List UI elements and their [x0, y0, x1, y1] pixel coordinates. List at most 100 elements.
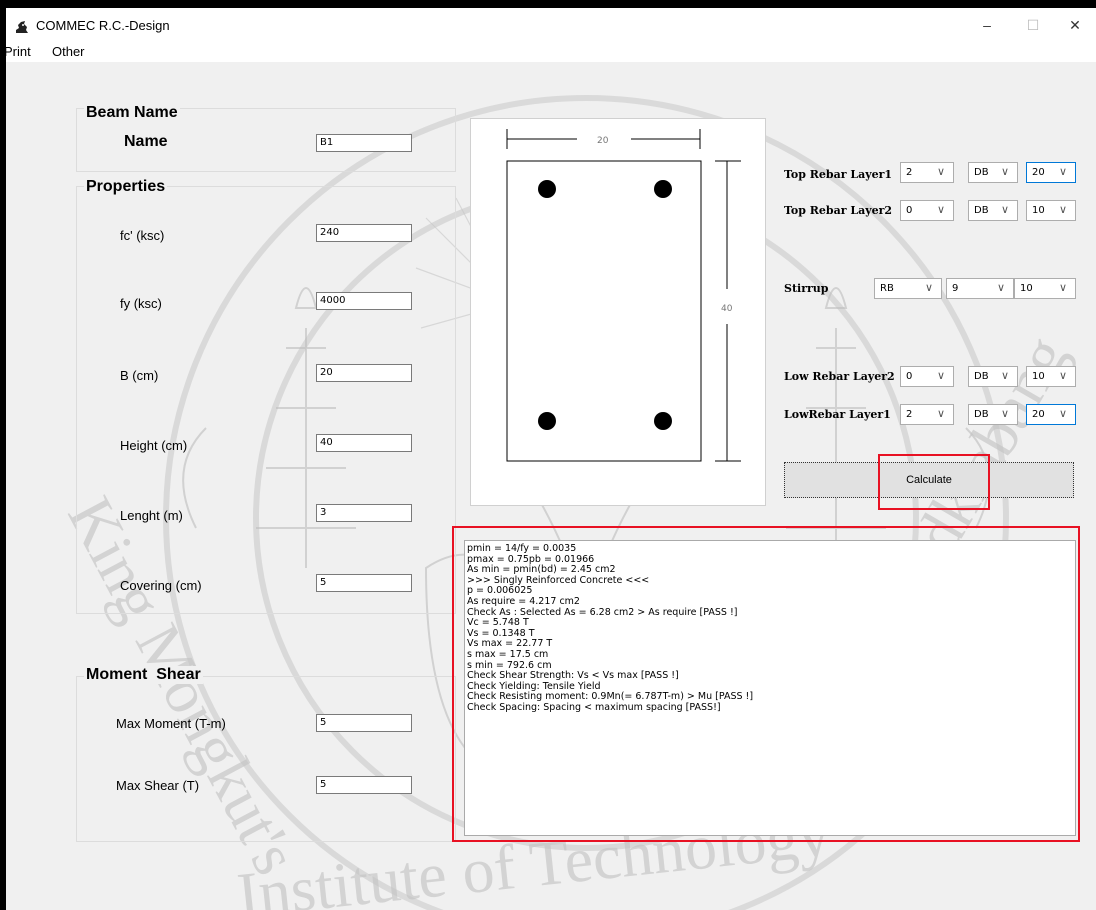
stirrup-label: Stirrup — [784, 282, 829, 295]
low1-type-value: DB — [974, 409, 989, 420]
output-line: s max = 17.5 cm — [467, 648, 549, 660]
chevron-down-icon: ∨ — [1001, 203, 1010, 216]
height-label: Height (cm) — [120, 438, 188, 453]
fy-input[interactable]: 4000 — [316, 292, 412, 310]
output-line: Vs = 0.1348 T — [467, 627, 535, 639]
stirrup-dia-value: 9 — [952, 283, 959, 294]
output-line: Check Spacing: Spacing < maximum spacing… — [467, 701, 721, 713]
height-dim-label: 40 — [721, 304, 733, 314]
width-dim-label: 20 — [597, 136, 609, 146]
calculate-button[interactable]: Calculate — [784, 462, 1074, 498]
top1-size-select[interactable]: 20 ∨ — [1026, 162, 1076, 183]
output-line: As require = 4.217 cm2 — [467, 595, 580, 607]
stirrup-spacing-select[interactable]: 10 ∨ — [1014, 278, 1076, 299]
covering-input[interactable]: 5 — [316, 574, 412, 592]
top2-count-select[interactable]: 0 ∨ — [900, 200, 954, 221]
minimize-button[interactable]: – — [964, 10, 1010, 40]
fy-label: fy (ksc) — [120, 296, 162, 311]
chevron-down-icon: ∨ — [1059, 369, 1068, 382]
low1-count-select[interactable]: 2 ∨ — [900, 404, 954, 425]
low2-size-value: 10 — [1032, 371, 1045, 382]
low2-count-value: 0 — [906, 371, 913, 382]
chevron-down-icon: ∨ — [1059, 203, 1068, 216]
chevron-down-icon: ∨ — [925, 281, 934, 294]
low-rebar-1 — [538, 412, 556, 430]
covering-label: Covering (cm) — [120, 578, 202, 593]
output-line: >>> Singly Reinforced Concrete <<< — [467, 574, 650, 586]
moment-shear-group-title: Moment Shear — [84, 666, 203, 684]
section-svg: 20 40 — [506, 129, 741, 462]
top-rebar-layer2-label: Top Rebar Layer2 — [784, 204, 893, 217]
low2-count-select[interactable]: 0 ∨ — [900, 366, 954, 387]
length-input[interactable]: 3 — [316, 504, 412, 522]
chevron-down-icon: ∨ — [937, 165, 946, 178]
results-output-textbox[interactable]: pmin = 14/fy = 0.0035 pmax = 0.75pb = 0.0… — [464, 540, 1076, 836]
top1-count-value: 2 — [906, 167, 913, 178]
chevron-down-icon: ∨ — [937, 407, 946, 420]
beam-name-group-title: Beam Name — [84, 104, 180, 122]
max-moment-label: Max Moment (T-m) — [116, 716, 226, 731]
top2-size-select[interactable]: 10 ∨ — [1026, 200, 1076, 221]
low2-size-select[interactable]: 10 ∨ — [1026, 366, 1076, 387]
length-label: Lenght (m) — [120, 508, 183, 523]
maximize-button[interactable]: ☐ — [1010, 10, 1056, 40]
top-rebar-layer1-label: Top Rebar Layer1 — [784, 168, 893, 181]
output-line: Check As : Selected As = 6.28 cm2 > As r… — [467, 606, 738, 618]
chevron-down-icon: ∨ — [1001, 407, 1010, 420]
moment-shear-group — [76, 676, 456, 842]
chevron-down-icon: ∨ — [1059, 165, 1068, 178]
fc-input[interactable]: 240 — [316, 224, 412, 242]
top2-type-select[interactable]: DB ∨ — [968, 200, 1018, 221]
top2-type-value: DB — [974, 205, 989, 216]
chevron-down-icon: ∨ — [1059, 407, 1068, 420]
output-line: Vs max = 22.77 T — [467, 638, 553, 650]
fc-label: fc' (ksc) — [120, 228, 165, 243]
max-shear-input[interactable]: 5 — [316, 776, 412, 794]
stirrup-type-value: RB — [880, 283, 894, 294]
top-rebar-2 — [654, 180, 672, 198]
chevron-down-icon: ∨ — [997, 281, 1006, 294]
low1-count-value: 2 — [906, 409, 913, 420]
chevron-down-icon: ∨ — [937, 203, 946, 216]
top1-count-select[interactable]: 2 ∨ — [900, 162, 954, 183]
low1-size-value: 20 — [1032, 409, 1045, 420]
menu-print[interactable]: Print — [6, 44, 31, 59]
beam-name-input[interactable]: B1 — [316, 134, 412, 152]
low2-type-value: DB — [974, 371, 989, 382]
app-window: COMMEC R.C.-Design – ☐ ✕ Print Other Kin… — [6, 8, 1096, 910]
chevron-down-icon: ∨ — [1059, 281, 1068, 294]
low-rebar-layer2-label: Low Rebar Layer2 — [784, 370, 895, 383]
low1-type-select[interactable]: DB ∨ — [968, 404, 1018, 425]
menu-bar: Print Other — [6, 42, 1096, 62]
height-input[interactable]: 40 — [316, 434, 412, 452]
chevron-down-icon: ∨ — [1001, 165, 1010, 178]
app-logo-icon — [16, 21, 28, 33]
low-rebar-layer1-label: LowRebar Layer1 — [784, 408, 891, 421]
top1-type-value: DB — [974, 167, 989, 178]
top2-size-value: 10 — [1032, 205, 1045, 216]
chevron-down-icon: ∨ — [937, 369, 946, 382]
max-moment-input[interactable]: 5 — [316, 714, 412, 732]
stirrup-dia-select[interactable]: 9 ∨ — [946, 278, 1014, 299]
properties-group — [76, 186, 456, 614]
beam-section-drawing: 20 40 — [470, 118, 766, 506]
low2-type-select[interactable]: DB ∨ — [968, 366, 1018, 387]
output-line: Vc = 5.748 T — [467, 617, 529, 629]
properties-group-title: Properties — [84, 178, 168, 196]
title-bar: COMMEC R.C.-Design – ☐ ✕ — [6, 8, 1096, 42]
close-button[interactable]: ✕ — [1052, 10, 1096, 40]
chevron-down-icon: ∨ — [1001, 369, 1010, 382]
top2-count-value: 0 — [906, 205, 913, 216]
window-title: COMMEC R.C.-Design — [36, 18, 170, 33]
top1-type-select[interactable]: DB ∨ — [968, 162, 1018, 183]
b-input[interactable]: 20 — [316, 364, 412, 382]
low1-size-select[interactable]: 20 ∨ — [1026, 404, 1076, 425]
name-label: Name — [124, 133, 168, 150]
stirrup-spacing-value: 10 — [1020, 283, 1033, 294]
max-shear-label: Max Shear (T) — [116, 778, 200, 793]
menu-other[interactable]: Other — [52, 44, 85, 59]
top-rebar-1 — [538, 180, 556, 198]
stirrup-type-select[interactable]: RB ∨ — [874, 278, 942, 299]
low-rebar-2 — [654, 412, 672, 430]
b-label: B (cm) — [120, 368, 159, 383]
